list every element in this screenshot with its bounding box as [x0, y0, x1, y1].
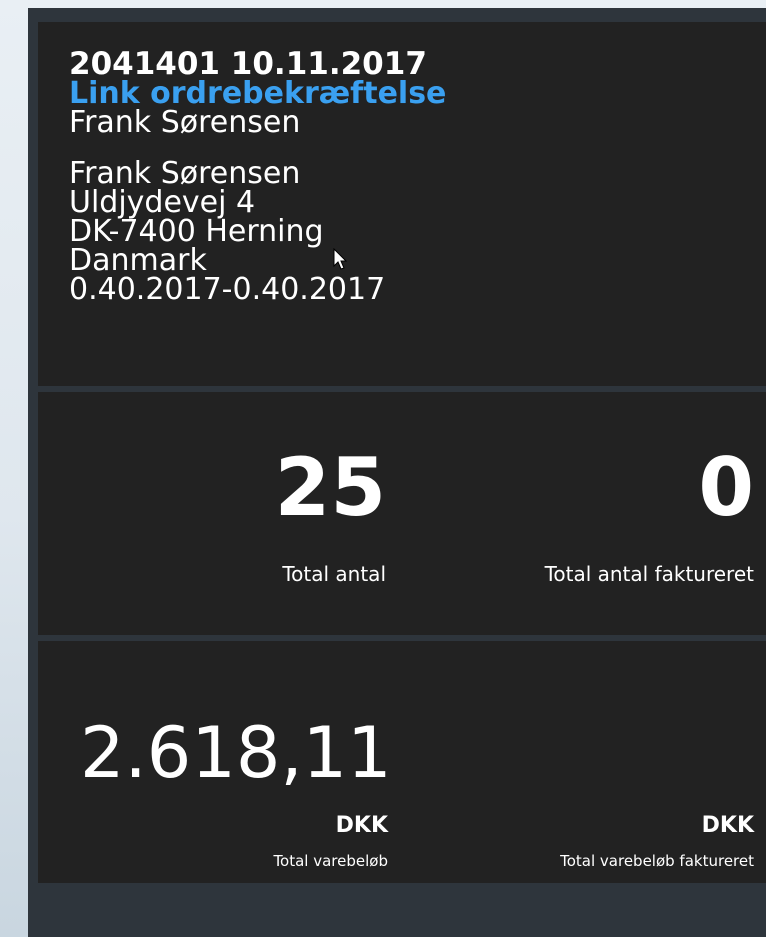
- total-amount-currency: DKK: [335, 813, 388, 838]
- invoiced-amount-currency: DKK: [701, 813, 754, 838]
- amount-panel: 2.618,11 DKK Total varebeløb DKK Total v…: [38, 641, 766, 883]
- total-quantity-value: 25: [274, 441, 386, 534]
- address-city: DK-7400 Herning: [69, 214, 324, 249]
- order-customer: Frank Sørensen: [69, 105, 301, 140]
- address-street: Uldjydevej 4: [69, 185, 256, 220]
- address-country: Danmark: [69, 243, 207, 278]
- order-title: 2041401 10.11.2017: [69, 46, 427, 82]
- address-name: Frank Sørensen: [69, 156, 301, 191]
- invoiced-quantity-value: 0: [698, 441, 754, 534]
- delivery-address: Frank Sørensen Uldjydevej 4 DK-7400 Hern…: [69, 156, 446, 307]
- total-amount-value: 2.618,11: [80, 712, 392, 794]
- quantity-panel: 25 Total antal 0 Total antal faktureret: [38, 392, 766, 635]
- order-panel: 2041401 10.11.2017 Link ordrebekræftelse…: [38, 22, 766, 386]
- invoiced-amount-meta: DKK Total varebeløb faktureret: [560, 813, 754, 871]
- invoiced-amount-label: Total varebeløb faktureret: [560, 852, 754, 870]
- invoiced-quantity-label: Total antal faktureret: [544, 562, 754, 586]
- order-period: 0.40.2017-0.40.2017: [69, 272, 386, 307]
- total-quantity-label: Total antal: [282, 562, 386, 586]
- total-amount-label: Total varebeløb: [273, 852, 388, 870]
- total-quantity-metric: 25 Total antal: [274, 441, 386, 587]
- order-confirmation-link[interactable]: Link ordrebekræftelse: [69, 79, 446, 109]
- total-amount-meta: DKK Total varebeløb: [273, 813, 388, 871]
- mouse-pointer-icon: [333, 248, 348, 270]
- invoiced-quantity-metric: 0 Total antal faktureret: [544, 441, 754, 587]
- order-info: 2041401 10.11.2017 Link ordrebekræftelse…: [69, 46, 446, 307]
